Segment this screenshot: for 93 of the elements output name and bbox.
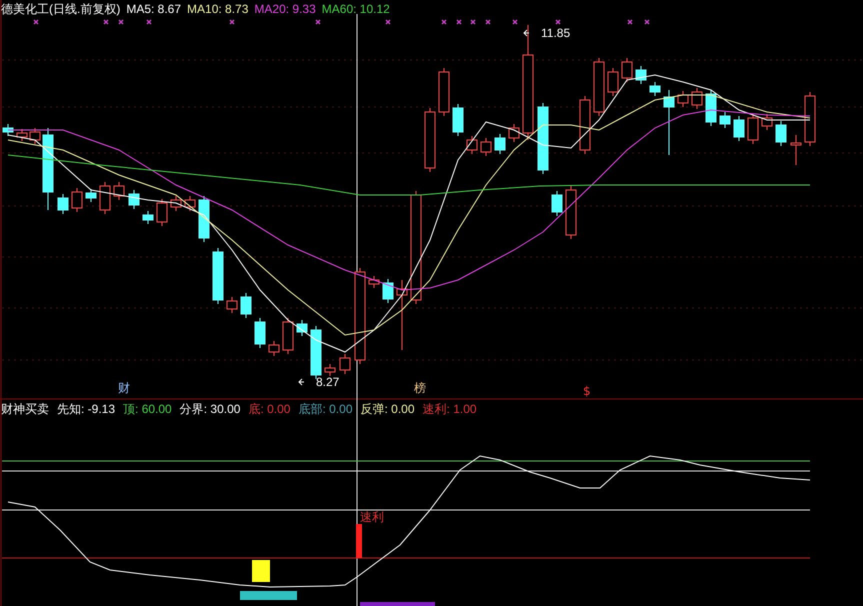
candle (636, 66, 646, 84)
candle (438, 68, 450, 116)
cross-icon (103, 19, 109, 25)
candle (296, 320, 308, 336)
candle (254, 318, 266, 348)
candle (508, 124, 520, 142)
signal-label: 速利 (360, 510, 384, 524)
cross-icon (315, 19, 321, 25)
candle (608, 68, 618, 96)
candle (226, 296, 238, 314)
candle (184, 196, 196, 212)
candle (268, 340, 280, 356)
chart-marker: $ (583, 384, 591, 398)
moving-average-value: MA20: 9.33 (254, 2, 316, 16)
candle (552, 190, 562, 216)
candle (72, 188, 82, 212)
candle (790, 134, 802, 166)
candle (804, 92, 816, 146)
candle (706, 90, 716, 126)
candle (310, 326, 322, 380)
candle (466, 136, 478, 154)
chart-marker: 财 (118, 381, 130, 395)
candle (720, 112, 730, 128)
candle (368, 276, 380, 288)
indicator-value: 底部: 0.00 (298, 402, 352, 416)
indicator-value: 分界: 30.00 (180, 402, 240, 416)
candle (382, 278, 394, 304)
candle (650, 82, 660, 96)
price-pointer-icon (298, 378, 304, 386)
candle (538, 102, 548, 174)
cross-icon (512, 19, 518, 25)
candle (622, 58, 632, 82)
indicator-value: 顶: 60.00 (123, 402, 172, 416)
cross-icon (385, 19, 391, 25)
bottom-signal-block (252, 560, 270, 582)
candle (240, 292, 252, 318)
chart-title: 德美化工(日线.前复权) (1, 2, 120, 16)
candle (734, 116, 744, 142)
candle (776, 120, 786, 146)
candle (16, 128, 28, 142)
cross-icon (229, 19, 235, 25)
candle (30, 128, 40, 144)
price-label: 11.85 (541, 26, 570, 40)
cross-icon (118, 19, 124, 25)
candle (324, 364, 336, 376)
cross-icon (485, 19, 491, 25)
indicator-value: 反弹: 0.00 (360, 402, 415, 416)
candle (58, 194, 68, 214)
candle (212, 248, 224, 304)
candle (340, 354, 350, 374)
candle (2, 124, 14, 136)
cross-icon (627, 19, 633, 25)
indicator-name: 财神买卖 (1, 402, 49, 416)
cross-icon (441, 19, 447, 25)
candle (128, 190, 140, 210)
cross-icon (555, 19, 561, 25)
moving-average-value: MA10: 8.73 (187, 2, 248, 16)
indicator-value: 速利: 1.00 (422, 402, 477, 416)
cross-icon (470, 19, 476, 25)
candle (170, 196, 182, 212)
candle (156, 198, 168, 226)
candle (424, 108, 436, 172)
candle (114, 182, 124, 200)
candle (142, 210, 154, 224)
cross-icon (456, 19, 462, 25)
indicator-value: 先知: -9.13 (57, 402, 116, 416)
price-label: 8.27 (316, 375, 340, 389)
candle (580, 96, 590, 154)
candle (452, 104, 464, 136)
candle (494, 134, 506, 154)
candle (282, 318, 294, 354)
candle (480, 138, 492, 156)
candle (762, 114, 772, 130)
candle (692, 88, 702, 110)
moving-average-value: MA5: 8.67 (126, 2, 182, 16)
chart-marker: 榜 (414, 381, 426, 395)
signal-bar (356, 524, 362, 558)
price-pointer-icon (523, 30, 530, 36)
candle (678, 90, 688, 108)
candle (396, 280, 408, 350)
cross-icon (33, 19, 39, 25)
moving-average-value: MA60: 10.12 (322, 2, 390, 16)
candle (748, 114, 758, 144)
candle (198, 196, 210, 242)
indicator-value: 底: 0.00 (248, 402, 290, 416)
candle (566, 186, 576, 240)
candle (100, 182, 110, 214)
cross-icon (644, 19, 650, 25)
candle (594, 58, 604, 116)
candle (664, 90, 674, 156)
candle (86, 188, 96, 202)
bottom-signal-bar (240, 591, 297, 600)
cross-icon (146, 19, 152, 25)
